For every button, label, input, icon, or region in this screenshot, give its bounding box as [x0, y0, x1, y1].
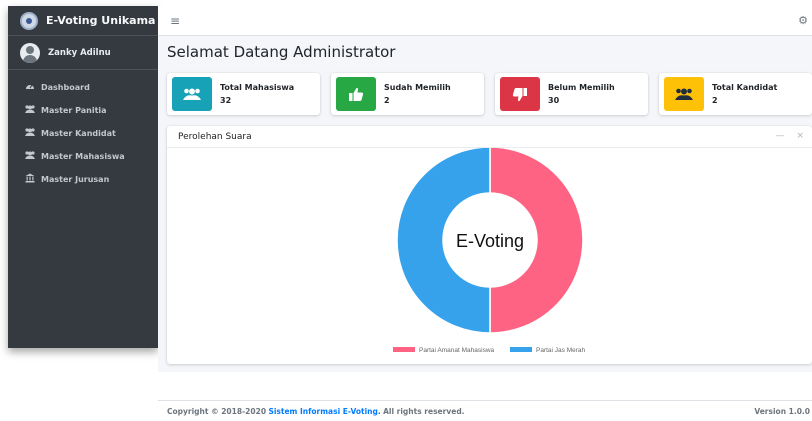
- users-icon: [23, 104, 37, 117]
- dashboard-icon: [23, 81, 37, 94]
- card-title: Perolehan Suara: [178, 131, 252, 142]
- avatar: [20, 42, 40, 63]
- legend-label: Partai Amanat Mahasiswa: [419, 347, 495, 354]
- version-text: Version 1.0.0: [754, 407, 810, 416]
- collapse-icon[interactable]: —: [775, 131, 784, 141]
- users-icon: [23, 150, 37, 163]
- copyright-prefix: Copyright © 2018-2020: [167, 407, 267, 416]
- sidebar-item-dashboard[interactable]: Dashboard: [8, 76, 158, 99]
- copyright-text: Copyright © 2018-2020 Sistem Informasi E…: [167, 407, 465, 416]
- sidebar-item-label: Dashboard: [41, 83, 90, 92]
- close-icon[interactable]: ×: [796, 131, 804, 141]
- main-content: Selamat Datang Administrator Total Mahas…: [158, 36, 812, 372]
- page-title: Selamat Datang Administrator: [167, 43, 396, 61]
- info-box-belum-memilih: Belum Memilih 30: [495, 73, 648, 115]
- donut-chart: E-Voting Partai Amanat Mahasiswa Partai Ja…: [393, 148, 586, 354]
- info-box-sudah-memilih: Sudah Memilih 2: [331, 73, 484, 115]
- sidebar-item-label: Master Mahasiswa: [41, 152, 125, 161]
- legend-item-1[interactable]: Partai Jas Merah: [510, 347, 586, 354]
- sidebar-item-master-jurusan[interactable]: Master Jurusan: [8, 168, 158, 191]
- sidebar-nav: Dashboard Master Panitia Master Kandidat…: [8, 70, 158, 191]
- info-box-total-mahasiswa: Total Mahasiswa 32: [167, 73, 320, 115]
- info-box-total-kandidat: Total Kandidat 2: [659, 73, 812, 115]
- footer-brand-link[interactable]: Sistem Informasi E-Voting.: [268, 407, 380, 416]
- info-box-label: Total Kandidat: [712, 83, 778, 92]
- info-box-label: Total Mahasiswa: [220, 83, 295, 92]
- info-box-value: 30: [548, 96, 560, 105]
- version-label: Version 1.0.0: [754, 407, 810, 416]
- info-box-value: 32: [220, 96, 232, 105]
- thumbs-up-icon: [336, 77, 376, 111]
- info-box-label: Sudah Memilih: [384, 83, 451, 92]
- users-icon: [23, 127, 37, 140]
- legend-item-0[interactable]: Partai Amanat Mahasiswa: [393, 347, 495, 354]
- sidebar-item-master-kandidat[interactable]: Master Kandidat: [8, 122, 158, 145]
- user-panel[interactable]: Zanky Adilnu: [8, 36, 158, 70]
- brand-link[interactable]: E-Voting Unikama: [8, 6, 158, 36]
- footer: Copyright © 2018-2020 Sistem Informasi E…: [158, 400, 812, 421]
- info-box-value: 2: [712, 96, 718, 105]
- sidebar-item-label: Master Jurusan: [41, 175, 110, 184]
- info-box-label: Belum Memilih: [548, 83, 615, 92]
- sidebar: E-Voting Unikama Zanky Adilnu Dashboard …: [8, 6, 158, 348]
- users-icon: [172, 77, 212, 111]
- university-icon: [23, 173, 37, 186]
- user-name: Zanky Adilnu: [48, 47, 111, 58]
- info-box-value: 2: [384, 96, 390, 105]
- thumbs-down-icon: [500, 77, 540, 111]
- legend-label: Partai Jas Merah: [536, 347, 586, 354]
- legend-swatch: [393, 347, 415, 352]
- users-icon: [664, 77, 704, 111]
- copyright-suffix: All rights reserved.: [383, 407, 465, 416]
- hamburger-icon[interactable]: ≡: [170, 14, 180, 28]
- brand-logo-icon: [20, 11, 38, 30]
- sidebar-item-master-panitia[interactable]: Master Panitia: [8, 99, 158, 122]
- sidebar-item-label: Master Panitia: [41, 106, 107, 115]
- sidebar-item-master-mahasiswa[interactable]: Master Mahasiswa: [8, 145, 158, 168]
- legend-swatch: [510, 347, 532, 352]
- top-navbar: ≡ ⚙: [158, 6, 812, 36]
- card-tools: — ×: [775, 131, 804, 141]
- donut-center-label: E-Voting: [456, 231, 524, 251]
- card-header: Perolehan Suara — ×: [167, 126, 812, 148]
- brand-text: E-Voting Unikama: [46, 14, 156, 27]
- sidebar-item-label: Master Kandidat: [41, 129, 116, 138]
- gear-icon[interactable]: ⚙: [798, 14, 808, 27]
- vote-chart-card: Perolehan Suara — × E-Voting Partai Amana…: [167, 126, 812, 364]
